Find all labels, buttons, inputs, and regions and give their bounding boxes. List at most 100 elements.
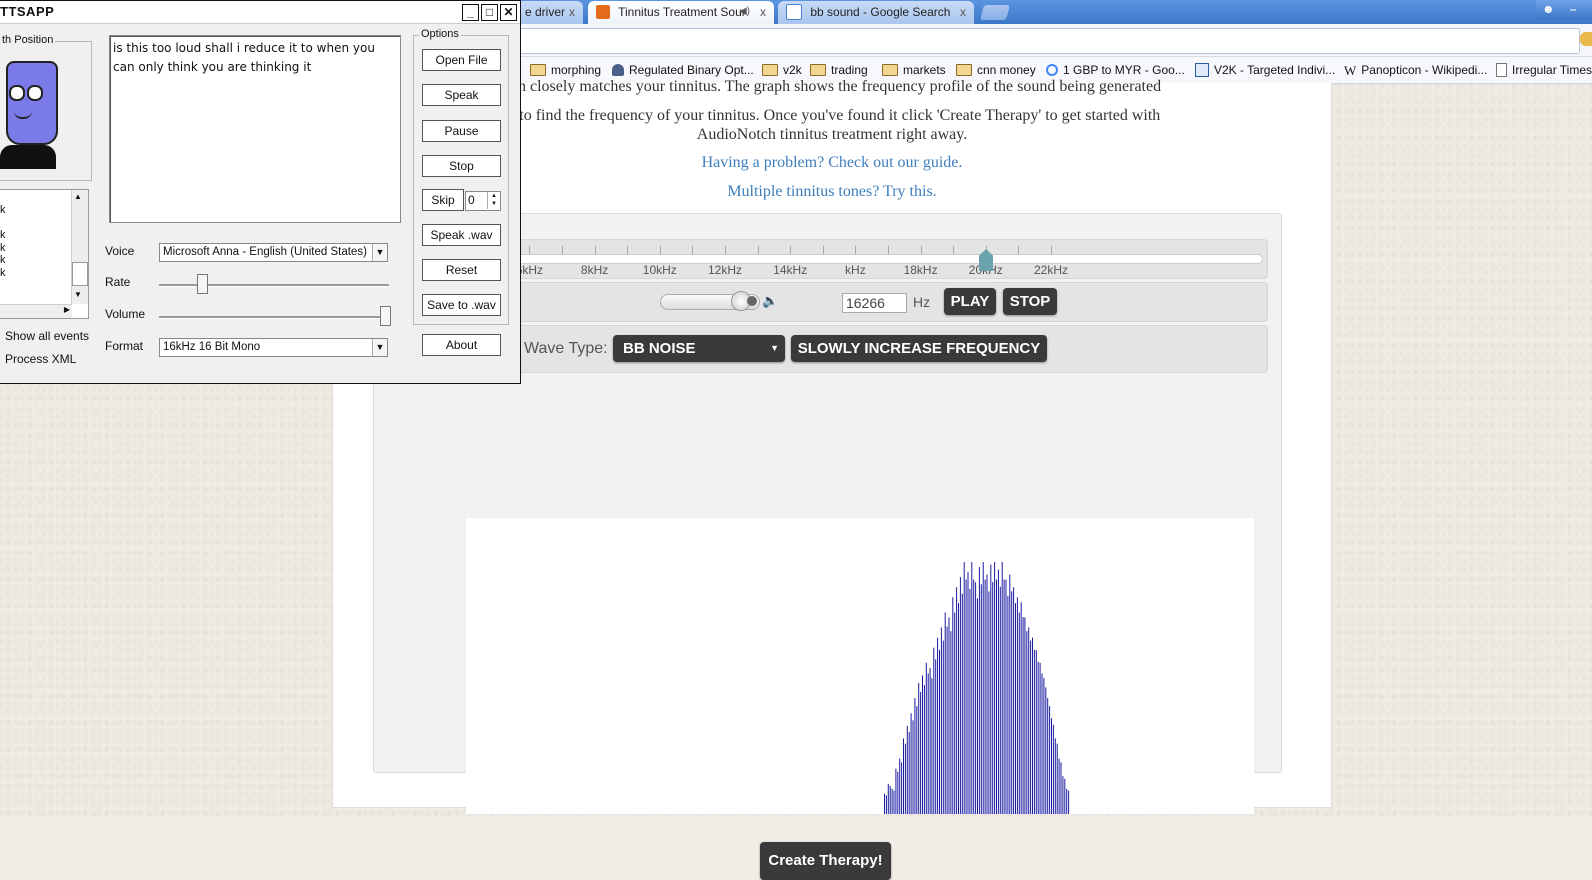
event-item: k [0,229,6,241]
close-tab-icon[interactable]: x [760,1,766,23]
spectrum-bar [975,582,977,814]
save-to-wav-button[interactable]: Save to .wav [422,294,501,316]
spectrum-bar [986,574,988,814]
frequency-tick-label: 22kHz [1033,263,1069,277]
new-tab-button[interactable] [979,5,1011,20]
speak-wav-button[interactable]: Speak .wav [422,224,501,246]
format-label: Format [105,339,144,353]
spectrum-bar [927,673,929,814]
event-item: k [0,254,6,266]
event-item: k [0,241,6,254]
reset-button[interactable]: Reset [422,259,501,281]
scroll-right-icon[interactable]: ▶ [64,305,70,314]
scroll-up-icon[interactable]: ▲ [74,192,82,201]
format-select[interactable]: 16kHz 16 Bit Mono ▼ [159,338,388,357]
skip-button[interactable]: Skip [422,189,464,211]
speak-button[interactable]: Speak [422,84,501,106]
voice-value: Microsoft Anna - English (United States) [163,246,367,258]
volume-label: Volume [105,307,146,321]
spectrum-bar [1032,637,1033,814]
bookmark-label: Panopticon - Wikipedi... [1361,63,1488,77]
minimize-icon[interactable]: _ [462,4,479,21]
folder-icon [810,63,826,76]
spectrum-bar [1052,724,1054,814]
close-tab-icon[interactable]: x [569,1,575,23]
spectrum-bar [939,649,940,814]
spectrum-bar [959,577,961,814]
bookmark-label: Irregular Times [1512,63,1592,77]
wave-type-label: Wave Type: [524,340,608,357]
play-button[interactable]: PLAY [944,288,996,315]
bookmark-panopticon[interactable]: W Panopticon - Wikipedi... [1344,61,1487,79]
rate-slider-thumb[interactable] [196,274,208,294]
stop-button[interactable]: Stop [422,155,501,177]
window-controls: ☻ ⎯ [1536,0,1592,19]
skip-count-value: 0 [468,193,475,207]
tab-tinnitus[interactable]: Tinnitus Treatment Sour ◀) x [588,1,774,24]
tab-label: bb sound - Google Search [810,5,951,19]
stop-button[interactable]: STOP [1003,288,1057,315]
spectrum-bar [889,785,891,814]
tab-google-search[interactable]: bb sound - Google Search x [778,1,974,24]
bookmark-label: 1 GBP to MYR - Goo... [1063,63,1185,77]
open-file-button[interactable]: Open File [422,49,501,71]
frequency-input[interactable]: 16266 [842,293,907,313]
close-tab-icon[interactable]: x [960,1,966,23]
create-therapy-button[interactable]: Create Therapy! [760,842,891,880]
spectrum-bar [1018,612,1020,814]
bookmark-label: markets [903,63,946,77]
wave-type-select[interactable]: BB NOISE ▼ [613,335,785,362]
skip-count-stepper[interactable]: 0 ▲ ▼ [465,191,501,211]
ttsapp-window: TTSAPP _ □ ✕ th Position kkkkk ▲ ▼ ▶ Sho… [0,0,521,384]
close-icon[interactable]: ✕ [500,4,517,21]
spectrum-bar [1016,597,1018,814]
spectrum-bar [1045,687,1047,814]
spectrum-bar [937,637,939,814]
spectrum-svg [884,562,1070,814]
spectrum-bar [996,579,997,814]
scroll-down-icon[interactable]: ▼ [74,290,82,299]
events-list[interactable]: kkkkk ▲ ▼ ▶ [0,189,89,319]
spectrum-bar [967,572,969,814]
speech-text-area[interactable]: is this too loud shall i reduce it to wh… [109,35,401,223]
maximize-icon[interactable]: □ [481,4,498,21]
folder-icon [956,63,972,76]
stepper-arrows-icon[interactable]: ▲ ▼ [487,192,500,209]
bookmark-irregular-times[interactable]: Irregular Times [1496,61,1592,79]
spectrum-bar [940,627,942,814]
user-icon[interactable]: ☻ [1542,2,1555,16]
spectrum-bar [963,562,965,814]
spectrum-bar [980,584,982,814]
volume-slider[interactable] [660,291,760,311]
spectrum-bar [925,662,927,814]
minimize-icon[interactable]: ⎯ [1570,2,1576,17]
extension-icon[interactable] [1580,32,1592,46]
voice-select[interactable]: Microsoft Anna - English (United States)… [159,243,388,262]
spectrum-bar [946,626,948,814]
pause-button[interactable]: Pause [422,120,501,142]
spectrum-bar [956,587,958,814]
tab-label: Tinnitus Treatment Sour [618,5,746,19]
spectrum-bar [1024,617,1026,814]
vertical-scrollbar[interactable]: ▲ ▼ [71,190,88,304]
process-xml-label[interactable]: Process XML [5,352,76,366]
horizontal-scrollbar[interactable]: ▶ [0,304,72,318]
about-button[interactable]: About [422,334,501,356]
google-icon [1046,63,1058,76]
scrollbar-thumb[interactable] [72,262,88,286]
spectrum-bar [918,683,920,814]
spectrum-bar [1041,673,1043,814]
chevron-down-icon: ▼ [372,244,387,261]
ttsapp-titlebar: TTSAPP _ □ ✕ [0,1,520,24]
mouth-position-label: th Position [0,34,56,46]
volume-slider[interactable] [159,316,389,319]
spectrum-bar [1064,778,1066,814]
slowly-increase-frequency-button[interactable]: SLOWLY INCREASE FREQUENCY [791,335,1047,362]
spectrum-bar [933,647,935,814]
spectrum-bar [1056,743,1058,814]
show-all-events-label[interactable]: Show all events [5,329,89,343]
rate-slider[interactable] [159,284,389,287]
frequency-slider-thumb[interactable] [979,249,993,271]
frequency-tick-label: 14kHz [773,263,808,277]
volume-slider-thumb[interactable] [380,306,391,326]
